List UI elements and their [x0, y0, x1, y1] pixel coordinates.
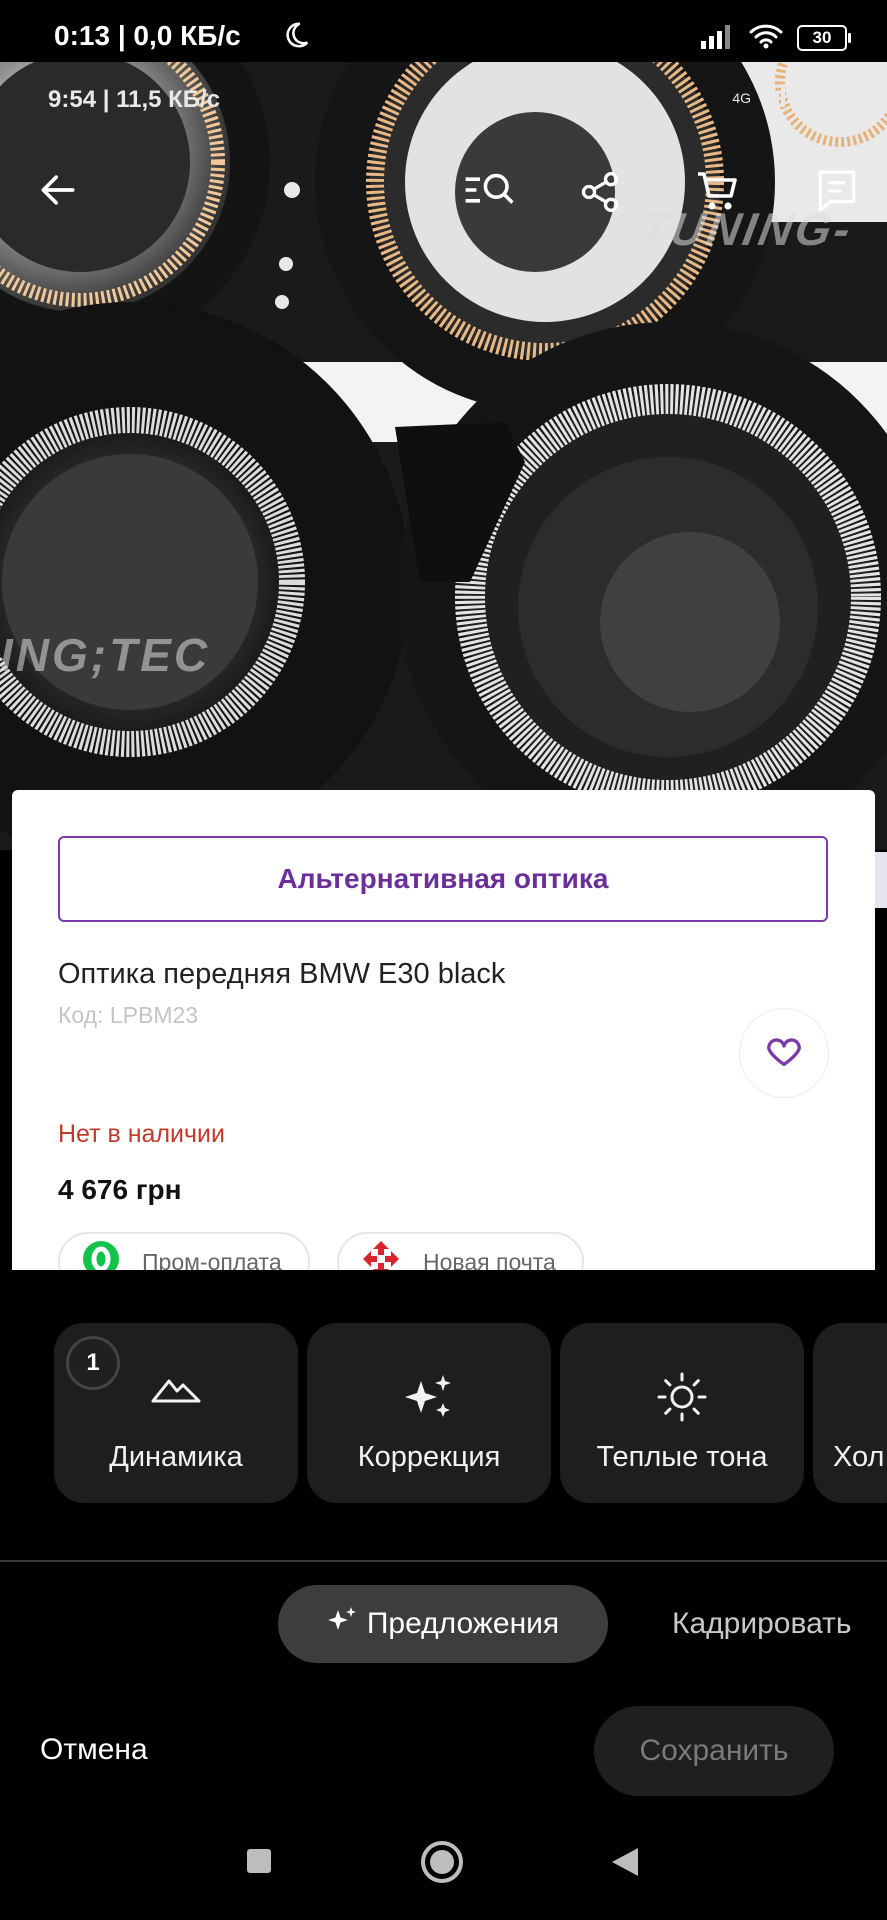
filter-label: Теплые тона: [596, 1441, 768, 1473]
filter-cool-tones[interactable]: Хол: [813, 1323, 887, 1503]
page-edge: [875, 852, 887, 908]
filter-warm-tones[interactable]: Теплые тона: [560, 1323, 804, 1503]
product-price: 4 676 грн: [58, 1174, 182, 1205]
screenshot-status-icons: 4G 92: [732, 86, 847, 110]
screenshot-signal-icon: [763, 86, 787, 110]
headlights-illustration: [0, 62, 887, 850]
prom-pay-icon: [82, 1240, 120, 1270]
photo-canvas[interactable]: 9:54 | 11,5 КБ/с 4G 92 TUNING- ING;TEC А…: [0, 62, 887, 1270]
home-button[interactable]: [420, 1840, 464, 1889]
product-code: Код: LPBM23: [58, 1002, 199, 1028]
battery-indicator: 30: [797, 25, 851, 51]
filter-label: Коррекция: [357, 1441, 501, 1473]
nova-poshta-icon: [361, 1239, 401, 1270]
watermark-left: ING;TEC: [0, 629, 211, 681]
divider: [0, 1560, 887, 1562]
screenshot-status-time: 9:54 | 11,5 КБ/с: [48, 86, 221, 113]
filter-correction[interactable]: Коррекция: [307, 1323, 551, 1503]
favorite-button: [739, 1008, 829, 1098]
wifi-icon: [749, 23, 783, 54]
back-button[interactable]: [610, 1846, 640, 1883]
screenshot-battery: 92: [799, 86, 847, 110]
sparkle-icon: [327, 1605, 357, 1643]
heart-icon: [764, 1031, 804, 1076]
status-time: 0:13 | 0,0 КБ/с: [54, 20, 241, 51]
google-one-icon: 1: [86, 1349, 100, 1376]
moon-icon: [281, 20, 311, 55]
sun-icon: [560, 1371, 804, 1423]
share-icon: [578, 170, 622, 219]
product-title: Оптика передняя BMW E30 black: [58, 958, 506, 990]
search-list-icon: [462, 168, 516, 217]
filter-label: Хол: [833, 1441, 885, 1473]
product-image: 9:54 | 11,5 КБ/с 4G 92 TUNING- ING;TEC: [0, 62, 887, 850]
product-card: Альтернативная оптика Оптика передняя BM…: [12, 790, 875, 1270]
stock-status: Нет в наличии: [58, 1120, 225, 1148]
alternative-optics-button: Альтернативная оптика: [58, 836, 828, 922]
watermark-top: TUNING-: [635, 203, 858, 255]
delivery-chip: Новая почта: [337, 1232, 584, 1270]
network-label: 4G: [732, 90, 751, 106]
signal-icon: [701, 23, 735, 54]
tab-suggestions[interactable]: Предложения: [278, 1585, 608, 1663]
save-button[interactable]: Сохранить: [594, 1706, 834, 1796]
back-arrow-icon: [36, 168, 80, 217]
tab-crop[interactable]: Кадрировать: [672, 1607, 851, 1641]
tab-suggestions-label: Предложения: [366, 1607, 560, 1640]
cancel-button[interactable]: Отмена: [40, 1733, 148, 1767]
payment-chip-label: Пром-оплата: [142, 1248, 282, 1271]
filter-strip[interactable]: Динамика Коррекция Теплые тона Хол: [0, 1323, 887, 1503]
payment-chip: Пром-оплата: [58, 1232, 310, 1270]
status-icons: 30: [286, 20, 851, 56]
google-one-badge: 1: [66, 1336, 120, 1390]
sparkle-icon: [307, 1371, 551, 1423]
status-bar: 0:13 | 0,0 КБ/с 30: [0, 0, 887, 62]
filter-label: Динамика: [109, 1441, 243, 1473]
delivery-chip-label: Новая почта: [423, 1248, 556, 1271]
system-nav-bar: [0, 1830, 887, 1920]
recents-button[interactable]: [246, 1848, 272, 1879]
